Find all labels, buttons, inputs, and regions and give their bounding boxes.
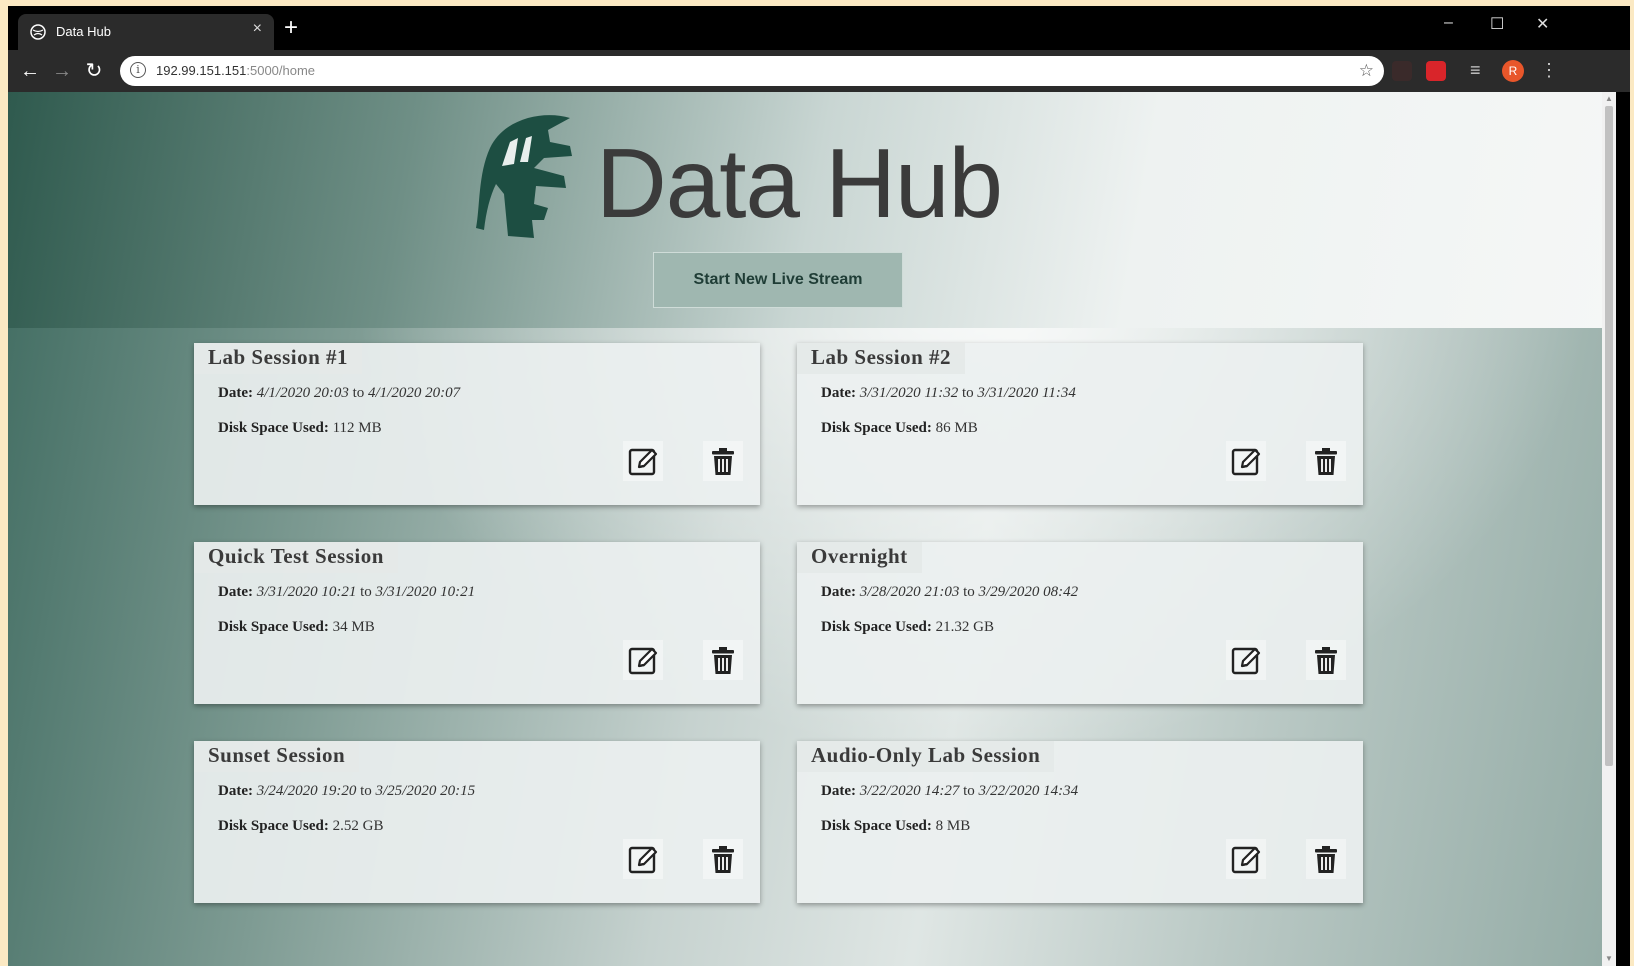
session-title: Overnight bbox=[797, 542, 922, 573]
browser-window: Data Hub × + – ☐ ✕ ← → ↻ i 192.99.151.15… bbox=[8, 6, 1630, 966]
session-card: Audio-Only Lab Session Date: 3/22/2020 14… bbox=[797, 741, 1363, 903]
browser-toolbar: ← → ↻ i 192.99.151.151:5000/home ☆ ≡ R ⋮ bbox=[8, 50, 1630, 92]
back-arrow-icon[interactable]: ← bbox=[18, 59, 42, 83]
forward-arrow-icon[interactable]: → bbox=[50, 59, 74, 83]
page-scrollbar[interactable]: ▲ ▼ bbox=[1602, 92, 1616, 966]
session-title: Sunset Session bbox=[194, 741, 360, 772]
browser-menu-icon[interactable]: ⋮ bbox=[1540, 60, 1558, 81]
address-bar[interactable]: i 192.99.151.151:5000/home ☆ bbox=[120, 56, 1384, 86]
session-date: Date: 3/31/2020 11:32 to 3/31/2020 11:34 bbox=[821, 385, 1076, 401]
header-banner: Data Hub Start New Live Stream bbox=[8, 92, 1616, 328]
browser-tab[interactable]: Data Hub × bbox=[18, 14, 274, 50]
session-date: Date: 3/31/2020 10:21 to 3/31/2020 10:21 bbox=[218, 584, 476, 600]
page-title: Data Hub bbox=[596, 128, 1003, 238]
profile-avatar[interactable]: R bbox=[1502, 60, 1524, 82]
session-card: Lab Session #1 Date: 4/1/2020 20:03 to 4/… bbox=[194, 343, 760, 505]
session-date: Date: 3/28/2020 21:03 to 3/29/2020 08:42 bbox=[821, 584, 1079, 600]
edit-button[interactable] bbox=[623, 839, 663, 879]
info-icon[interactable]: i bbox=[130, 62, 146, 78]
edit-button[interactable] bbox=[1226, 640, 1266, 680]
edit-button[interactable] bbox=[1226, 441, 1266, 481]
session-title: Quick Test Session bbox=[194, 542, 398, 573]
delete-button[interactable] bbox=[1306, 839, 1346, 879]
session-date: Date: 3/24/2020 19:20 to 3/25/2020 20:15 bbox=[218, 783, 476, 799]
delete-button[interactable] bbox=[703, 640, 743, 680]
scrollbar-thumb[interactable] bbox=[1605, 106, 1613, 766]
session-disk-usage: Disk Space Used: 34 MB bbox=[218, 619, 375, 635]
tab-strip: Data Hub × + – ☐ ✕ bbox=[8, 6, 1630, 50]
bookmark-star-icon[interactable]: ☆ bbox=[1359, 61, 1374, 81]
page-content: Data Hub Start New Live Stream Lab Sessi… bbox=[8, 92, 1616, 966]
new-tab-button[interactable]: + bbox=[284, 16, 298, 40]
start-live-stream-button[interactable]: Start New Live Stream bbox=[653, 252, 903, 308]
globe-icon bbox=[30, 24, 46, 40]
extension-pdf-icon[interactable] bbox=[1392, 61, 1412, 81]
scroll-up-arrow-icon[interactable]: ▲ bbox=[1605, 94, 1613, 103]
session-disk-usage: Disk Space Used: 8 MB bbox=[821, 818, 971, 834]
session-disk-usage: Disk Space Used: 2.52 GB bbox=[218, 818, 384, 834]
edit-button[interactable] bbox=[623, 640, 663, 680]
delete-button[interactable] bbox=[1306, 441, 1346, 481]
edit-button[interactable] bbox=[1226, 839, 1266, 879]
session-card: Overnight Date: 3/28/2020 21:03 to 3/29/2… bbox=[797, 542, 1363, 704]
minimize-button[interactable]: – bbox=[1444, 14, 1453, 32]
session-disk-usage: Disk Space Used: 112 MB bbox=[218, 420, 382, 436]
session-title: Lab Session #1 bbox=[194, 343, 363, 374]
edit-button[interactable] bbox=[623, 441, 663, 481]
delete-button[interactable] bbox=[703, 441, 743, 481]
session-disk-usage: Disk Space Used: 21.32 GB bbox=[821, 619, 994, 635]
close-window-button[interactable]: ✕ bbox=[1536, 14, 1549, 34]
session-card: Lab Session #2 Date: 3/31/2020 11:32 to 3… bbox=[797, 343, 1363, 505]
session-title: Audio-Only Lab Session bbox=[797, 741, 1055, 772]
spartan-helmet-logo bbox=[476, 115, 572, 238]
session-disk-usage: Disk Space Used: 86 MB bbox=[821, 420, 978, 436]
session-date: Date: 3/22/2020 14:27 to 3/22/2020 14:34 bbox=[821, 783, 1079, 799]
extension-adblock-icon[interactable] bbox=[1426, 61, 1446, 81]
session-date: Date: 4/1/2020 20:03 to 4/1/2020 20:07 bbox=[218, 385, 461, 401]
tab-title: Data Hub bbox=[56, 24, 111, 39]
session-card: Sunset Session Date: 3/24/2020 19:20 to 3… bbox=[194, 741, 760, 903]
reading-list-icon[interactable]: ≡ bbox=[1470, 60, 1481, 81]
delete-button[interactable] bbox=[1306, 640, 1346, 680]
maximize-button[interactable]: ☐ bbox=[1490, 14, 1504, 34]
delete-button[interactable] bbox=[703, 839, 743, 879]
url-text[interactable]: 192.99.151.151:5000/home bbox=[156, 63, 315, 78]
scroll-down-arrow-icon[interactable]: ▼ bbox=[1605, 954, 1613, 963]
reload-icon[interactable]: ↻ bbox=[82, 59, 106, 83]
session-title: Lab Session #2 bbox=[797, 343, 966, 374]
tab-close-icon[interactable]: × bbox=[253, 20, 262, 38]
session-card: Quick Test Session Date: 3/31/2020 10:21 … bbox=[194, 542, 760, 704]
